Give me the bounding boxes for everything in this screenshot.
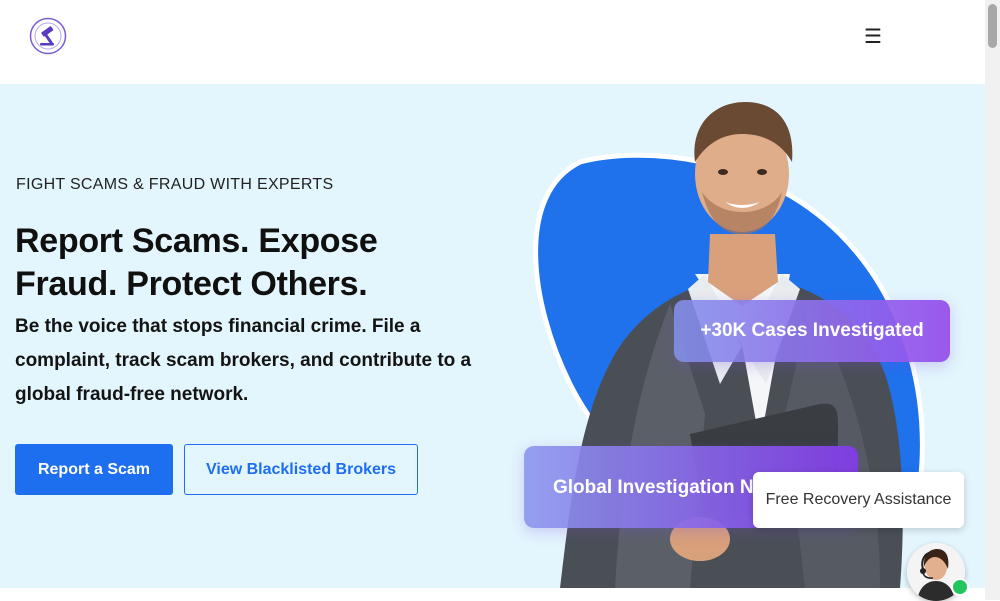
view-blacklisted-brokers-button[interactable]: View Blacklisted Brokers	[184, 444, 418, 495]
gavel-seal-icon	[29, 17, 67, 55]
cases-investigated-badge: +30K Cases Investigated	[674, 300, 950, 362]
hero-headline: Report Scams. Expose Fraud. Protect Othe…	[15, 222, 378, 303]
logo[interactable]	[29, 17, 67, 55]
hero-description: Be the voice that stops financial crime.…	[15, 316, 472, 405]
site-header: ☰	[0, 0, 985, 84]
hero-eyebrow: FIGHT SCAMS & FRAUD WITH EXPERTS	[16, 176, 334, 193]
online-status-indicator	[951, 578, 969, 596]
page-scrollbar[interactable]	[985, 0, 1000, 600]
scrollbar-thumb[interactable]	[988, 4, 997, 48]
next-section-edge	[0, 588, 985, 600]
free-recovery-assistance-card[interactable]: Free Recovery Assistance	[753, 472, 964, 528]
report-scam-button[interactable]: Report a Scam	[15, 444, 173, 495]
hamburger-menu-icon[interactable]: ☰	[862, 26, 884, 48]
